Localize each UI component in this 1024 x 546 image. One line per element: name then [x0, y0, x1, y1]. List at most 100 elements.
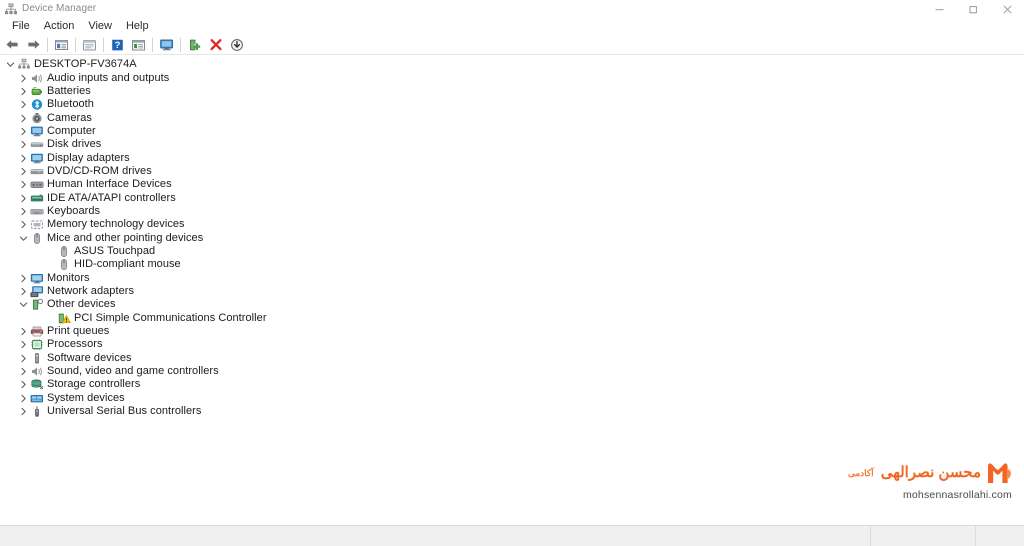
- watermark-brand-small: آکادمی: [847, 467, 874, 478]
- tree-node-print-queues[interactable]: Print queues: [0, 325, 1024, 338]
- menu-help[interactable]: Help: [119, 18, 156, 35]
- tree-node-dvd-cd-rom-drives[interactable]: DVD/CD-ROM drives: [0, 165, 1024, 178]
- tree-node-software-devices[interactable]: Software devices: [0, 352, 1024, 365]
- tree-node-storage-controllers[interactable]: Storage controllers: [0, 378, 1024, 391]
- tree-node-asus-touchpad[interactable]: ASUS Touchpad: [0, 245, 1024, 258]
- chevron-down-icon[interactable]: [4, 58, 17, 71]
- tree-node-desktop-fv3674a[interactable]: DESKTOP-FV3674A: [0, 58, 1024, 71]
- ide-controller-icon: [30, 192, 44, 205]
- update-driver-button[interactable]: [184, 36, 205, 54]
- minimize-button[interactable]: [922, 0, 956, 18]
- tree-node-bluetooth[interactable]: Bluetooth: [0, 98, 1024, 111]
- chevron-right-icon[interactable]: [17, 325, 30, 338]
- show-devices-button[interactable]: [156, 36, 177, 54]
- tree-node-processors[interactable]: Processors: [0, 338, 1024, 351]
- arrow-left-icon: [6, 40, 18, 49]
- chevron-right-icon[interactable]: [17, 165, 30, 178]
- back-button[interactable]: [2, 36, 23, 54]
- uninstall-device-button[interactable]: [205, 36, 226, 54]
- forward-button[interactable]: [23, 36, 44, 54]
- close-button[interactable]: [990, 0, 1024, 18]
- tree-node-network-adapters[interactable]: Network adapters: [0, 285, 1024, 298]
- chevron-right-icon[interactable]: [17, 152, 30, 165]
- chevron-down-icon[interactable]: [17, 232, 30, 245]
- toolbar-separator-3: [103, 37, 104, 52]
- chevron-right-icon: [21, 367, 26, 376]
- tree-node-display-adapters[interactable]: Display adapters: [0, 151, 1024, 164]
- tree-node-cameras[interactable]: Cameras: [0, 111, 1024, 124]
- chevron-right-icon[interactable]: [17, 392, 30, 405]
- tree-node-audio-inputs-and-outputs[interactable]: Audio inputs and outputs: [0, 71, 1024, 84]
- help-button[interactable]: ?: [107, 36, 128, 54]
- tree-node-hid-compliant-mouse[interactable]: HID-compliant mouse: [0, 258, 1024, 271]
- chevron-right-icon[interactable]: [17, 338, 30, 351]
- device-manager-window: Device Manager File Action View Help ? D…: [0, 0, 1024, 546]
- chevron-right-icon[interactable]: [17, 178, 30, 191]
- chevron-right-icon: [21, 167, 26, 176]
- tree-node-label: PCI Simple Communications Controller: [74, 311, 267, 324]
- chevron-right-icon: [21, 181, 26, 189]
- chevron-right-icon[interactable]: [17, 378, 30, 391]
- tree-node-human-interface-devices[interactable]: Human Interface Devices: [0, 178, 1024, 191]
- window-title: Device Manager: [22, 3, 97, 14]
- maximize-button[interactable]: [956, 0, 990, 18]
- properties-button[interactable]: [79, 36, 100, 54]
- chevron-right-icon: [21, 274, 26, 282]
- tree-node-other-devices[interactable]: Other devices: [0, 298, 1024, 311]
- tree-node-disk-drives[interactable]: Disk drives: [0, 138, 1024, 151]
- toolbar-separator-2: [75, 37, 76, 52]
- show-hide-console-tree-button[interactable]: [51, 36, 72, 54]
- tree-node-label: Disk drives: [47, 138, 102, 151]
- tree-node-label: Human Interface Devices: [47, 178, 172, 191]
- menu-file[interactable]: File: [5, 18, 37, 35]
- chevron-right-icon[interactable]: [17, 72, 30, 85]
- chevron-right-icon: [21, 287, 26, 296]
- tree-node-mice-and-other-pointing-devices[interactable]: Mice and other pointing devices: [0, 231, 1024, 244]
- tree-node-memory-technology-devices[interactable]: Memory technology devices: [0, 218, 1024, 231]
- chevron-right-icon: [21, 394, 26, 402]
- tree-node-ide-ata-atapi-controllers[interactable]: IDE ATA/ATAPI controllers: [0, 191, 1024, 204]
- tree-node-batteries[interactable]: Batteries: [0, 85, 1024, 98]
- scan-for-hardware-changes-button[interactable]: [128, 36, 149, 54]
- tree-node-system-devices[interactable]: System devices: [0, 392, 1024, 405]
- chevron-right-icon[interactable]: [17, 218, 30, 231]
- red-x-icon: [209, 38, 222, 50]
- svg-text:?: ?: [115, 39, 121, 50]
- tree-node-label: Display adapters: [47, 151, 130, 164]
- chevron-right-icon: [21, 127, 26, 136]
- chevron-down-icon[interactable]: [17, 298, 30, 311]
- tree-node-pci-simple-communications-controller[interactable]: PCI Simple Communications Controller: [0, 312, 1024, 325]
- unknown-device-warning-icon: [57, 312, 71, 325]
- chevron-right-icon[interactable]: [17, 352, 30, 365]
- tree-node-monitors[interactable]: Monitors: [0, 272, 1024, 285]
- menu-view[interactable]: View: [81, 18, 119, 35]
- chevron-right-icon[interactable]: [17, 112, 30, 125]
- tree-node-keyboards[interactable]: Keyboards: [0, 205, 1024, 218]
- chevron-right-icon[interactable]: [17, 285, 30, 298]
- chevron-right-icon[interactable]: [17, 138, 30, 151]
- chevron-right-icon[interactable]: [17, 125, 30, 138]
- menu-action[interactable]: Action: [37, 18, 82, 35]
- tree-node-computer[interactable]: Computer: [0, 125, 1024, 138]
- tree-node-sound-video-and-game-controllers[interactable]: Sound, video and game controllers: [0, 365, 1024, 378]
- disable-device-button[interactable]: [226, 36, 247, 54]
- chevron-right-icon[interactable]: [17, 205, 30, 218]
- arrow-right-icon: [28, 40, 40, 49]
- chevron-right-icon[interactable]: [17, 272, 30, 285]
- tree-node-label: Network adapters: [47, 285, 135, 298]
- chevron-right-icon[interactable]: [17, 405, 30, 418]
- status-message: [0, 526, 871, 546]
- chevron-right-icon[interactable]: [17, 98, 30, 111]
- software-device-icon: [30, 352, 44, 365]
- network-adapter-icon: [30, 285, 44, 298]
- tree-node-label: ASUS Touchpad: [74, 244, 156, 257]
- chevron-right-icon[interactable]: [17, 85, 30, 98]
- speaker-icon: [30, 72, 44, 85]
- chevron-right-icon[interactable]: [17, 365, 30, 378]
- battery-icon: [30, 85, 44, 98]
- tree-node-universal-serial-bus-controllers[interactable]: Universal Serial Bus controllers: [0, 405, 1024, 418]
- chevron-right-icon[interactable]: [17, 192, 30, 205]
- computer-icon: [30, 125, 44, 138]
- device-tree[interactable]: DESKTOP-FV3674A Audio inputs and outputs B…: [0, 58, 1024, 525]
- close-icon: [1002, 4, 1012, 14]
